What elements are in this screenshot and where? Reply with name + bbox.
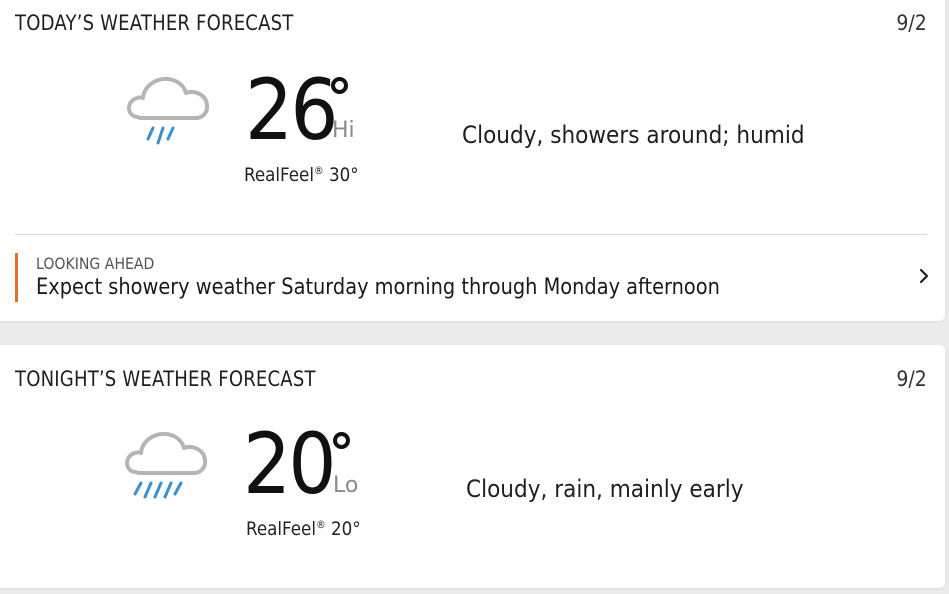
tonight-temperature: 20 (243, 415, 336, 513)
today-realfeel: RealFeel® 30° (244, 164, 359, 186)
degree-symbol (331, 77, 348, 94)
realfeel-value: 30° (328, 164, 359, 186)
looking-ahead-label: LOOKING AHEAD (36, 254, 155, 273)
today-forecast-card[interactable]: TODAY’S WEATHER FORECAST 9/2 26 Hi RealF… (0, 0, 945, 321)
looking-ahead-text: Expect showery weather Saturday morning … (36, 275, 720, 300)
tonight-forecast-card[interactable]: TONIGHT’S WEATHER FORECAST 9/2 20 Lo Rea… (0, 345, 945, 588)
tonight-forecast-title: TONIGHT’S WEATHER FORECAST (15, 367, 316, 391)
tonight-forecast-date: 9/2 (896, 367, 927, 391)
today-forecast-date: 9/2 (896, 11, 927, 35)
today-forecast-title: TODAY’S WEATHER FORECAST (15, 11, 294, 35)
chevron-right-icon[interactable] (918, 267, 930, 290)
divider (15, 234, 927, 235)
tonight-lo-label: Lo (333, 473, 359, 498)
trademark-mark: ® (315, 518, 326, 531)
realfeel-value: 20° (330, 518, 361, 540)
realfeel-label: RealFeel (246, 518, 316, 540)
degree-symbol (333, 432, 350, 449)
today-hi-label: Hi (332, 118, 355, 143)
realfeel-label: RealFeel (244, 164, 314, 186)
today-temperature: 26 (245, 61, 338, 159)
tonight-phrase: Cloudy, rain, mainly early (466, 475, 744, 503)
looking-ahead-accent-bar (15, 253, 18, 302)
today-phrase: Cloudy, showers around; humid (462, 121, 805, 149)
trademark-mark: ® (313, 164, 324, 177)
tonight-realfeel: RealFeel® 20° (246, 518, 361, 540)
cloud-showers-icon (126, 72, 210, 157)
cloud-rain-icon (124, 427, 208, 512)
looking-ahead-link[interactable]: LOOKING AHEAD Expect showery weather Sat… (15, 253, 930, 303)
